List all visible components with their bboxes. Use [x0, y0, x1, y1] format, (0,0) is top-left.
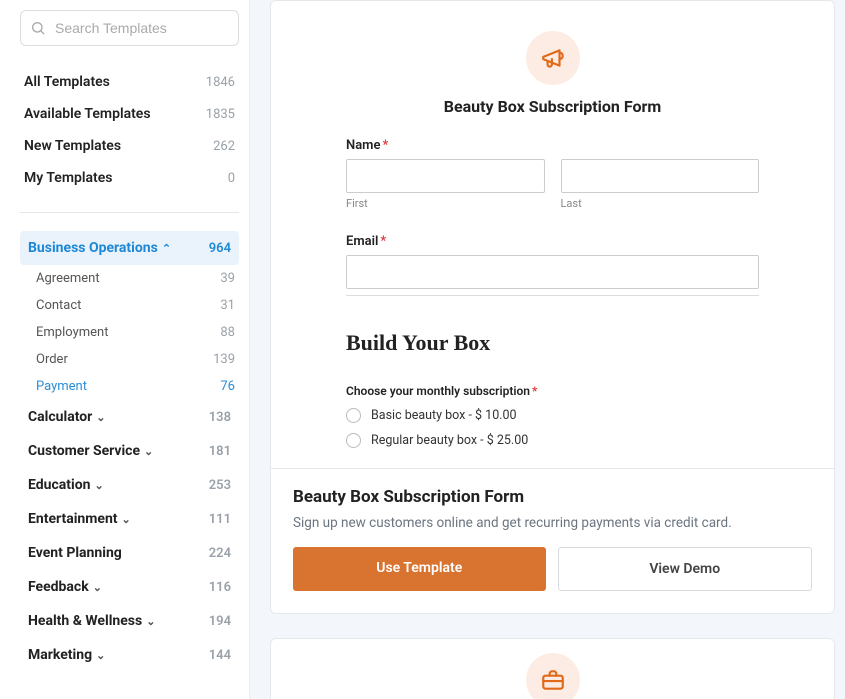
- option-label: Regular beauty box - $ 25.00: [371, 433, 528, 448]
- first-name-input[interactable]: [346, 159, 545, 193]
- megaphone-icon: [526, 31, 580, 85]
- category-label: Feedback: [28, 579, 89, 595]
- use-template-button[interactable]: Use Template: [293, 547, 546, 591]
- form-title: Beauty Box Subscription Form: [346, 97, 759, 116]
- category-count: 111: [209, 512, 231, 527]
- category-marketing[interactable]: Marketing ⌄ 144: [20, 638, 239, 672]
- subcategory-payment[interactable]: Payment 76: [32, 373, 239, 400]
- briefcase-icon: [526, 653, 580, 699]
- nav-new-templates[interactable]: New Templates 262: [20, 130, 239, 162]
- category-business-operations[interactable]: Business Operations ⌃ 964: [20, 231, 239, 265]
- category-count: 253: [209, 478, 231, 493]
- template-card: Beauty Box Subscription Form Name* First…: [270, 0, 835, 614]
- radio-icon: [346, 408, 361, 423]
- category-label: Entertainment: [28, 511, 118, 527]
- subcategory-agreement[interactable]: Agreement 39: [32, 265, 239, 292]
- nav-count: 1846: [206, 75, 235, 90]
- last-name-input[interactable]: [561, 159, 760, 193]
- card-footer: Beauty Box Subscription Form Sign up new…: [271, 468, 834, 613]
- category-entertainment[interactable]: Entertainment ⌄ 111: [20, 502, 239, 536]
- nav-count: 0: [228, 171, 235, 186]
- subcategory-label: Order: [36, 352, 68, 367]
- nav-count: 1835: [206, 107, 235, 122]
- subcategory-count: 76: [220, 379, 235, 394]
- subcategory-order[interactable]: Order 139: [32, 346, 239, 373]
- category-education[interactable]: Education ⌄ 253: [20, 468, 239, 502]
- divider: [20, 212, 239, 213]
- subcategory-count: 31: [220, 298, 235, 313]
- nav-label: My Templates: [24, 170, 112, 186]
- category-label: Calculator: [28, 409, 92, 425]
- category-count: 144: [209, 648, 231, 663]
- template-preview: Beauty Box Subscription Form Name* First…: [271, 1, 834, 468]
- nav-label: New Templates: [24, 138, 121, 154]
- category-label: Event Planning: [28, 545, 122, 561]
- search-input[interactable]: [20, 10, 239, 46]
- chevron-up-icon: ⌃: [162, 242, 171, 255]
- view-demo-button[interactable]: View Demo: [558, 547, 813, 591]
- option-basic[interactable]: Basic beauty box - $ 10.00: [346, 408, 759, 423]
- subcategory-label: Employment: [36, 325, 108, 340]
- subscription-label: Choose your monthly subscription*: [346, 384, 759, 398]
- subcategory-label: Payment: [36, 379, 87, 394]
- subcategory-count: 39: [220, 271, 235, 286]
- nav-label: All Templates: [24, 74, 110, 90]
- card-title: Beauty Box Subscription Form: [293, 487, 812, 507]
- category-count: 138: [209, 410, 231, 425]
- category-count: 181: [209, 444, 231, 459]
- category-label: Customer Service: [28, 443, 140, 459]
- chevron-down-icon: ⌄: [96, 649, 105, 662]
- last-sublabel: Last: [561, 197, 760, 210]
- nav-list: All Templates 1846 Available Templates 1…: [20, 66, 239, 194]
- chevron-down-icon: ⌄: [94, 479, 103, 492]
- card-description: Sign up new customers online and get rec…: [293, 515, 812, 531]
- search-icon: [30, 20, 46, 36]
- email-input[interactable]: [346, 255, 759, 289]
- option-regular[interactable]: Regular beauty box - $ 25.00: [346, 433, 759, 448]
- category-count: 964: [209, 241, 231, 256]
- category-feedback[interactable]: Feedback ⌄ 116: [20, 570, 239, 604]
- form-divider: [346, 295, 759, 296]
- search-wrap: [20, 10, 239, 46]
- category-label: Marketing: [28, 647, 92, 663]
- subcategory-employment[interactable]: Employment 88: [32, 319, 239, 346]
- category-health-wellness[interactable]: Health & Wellness ⌄ 194: [20, 604, 239, 638]
- subcategory-label: Contact: [36, 298, 81, 313]
- category-calculator[interactable]: Calculator ⌄ 138: [20, 400, 239, 434]
- build-heading: Build Your Box: [346, 330, 759, 356]
- category-label: Business Operations: [28, 240, 158, 256]
- subcategory-label: Agreement: [36, 271, 100, 286]
- chevron-down-icon: ⌄: [122, 513, 131, 526]
- chevron-down-icon: ⌄: [144, 445, 153, 458]
- preview-inner: Beauty Box Subscription Form Name* First…: [316, 1, 789, 468]
- template-card-next: [270, 638, 835, 699]
- subcategory-count: 139: [213, 352, 235, 367]
- sidebar: All Templates 1846 Available Templates 1…: [0, 0, 250, 699]
- subcategory-count: 88: [220, 325, 235, 340]
- email-label: Email*: [346, 234, 759, 249]
- subcategory-contact[interactable]: Contact 31: [32, 292, 239, 319]
- first-sublabel: First: [346, 197, 545, 210]
- nav-my-templates[interactable]: My Templates 0: [20, 162, 239, 194]
- subcategory-list: Agreement 39 Contact 31 Employment 88 Or…: [20, 265, 239, 400]
- chevron-down-icon: ⌄: [93, 581, 102, 594]
- category-label: Health & Wellness: [28, 613, 142, 629]
- category-customer-service[interactable]: Customer Service ⌄ 181: [20, 434, 239, 468]
- name-label: Name*: [346, 138, 759, 153]
- radio-icon: [346, 433, 361, 448]
- category-label: Education: [28, 477, 90, 493]
- nav-label: Available Templates: [24, 106, 151, 122]
- main-content: Beauty Box Subscription Form Name* First…: [250, 0, 845, 699]
- nav-count: 262: [213, 139, 235, 154]
- nav-available-templates[interactable]: Available Templates 1835: [20, 98, 239, 130]
- nav-all-templates[interactable]: All Templates 1846: [20, 66, 239, 98]
- chevron-down-icon: ⌄: [96, 411, 105, 424]
- option-label: Basic beauty box - $ 10.00: [371, 408, 517, 423]
- category-count: 224: [209, 546, 231, 561]
- category-event-planning[interactable]: Event Planning 224: [20, 536, 239, 570]
- category-count: 194: [209, 614, 231, 629]
- category-count: 116: [209, 580, 231, 595]
- chevron-down-icon: ⌄: [146, 615, 155, 628]
